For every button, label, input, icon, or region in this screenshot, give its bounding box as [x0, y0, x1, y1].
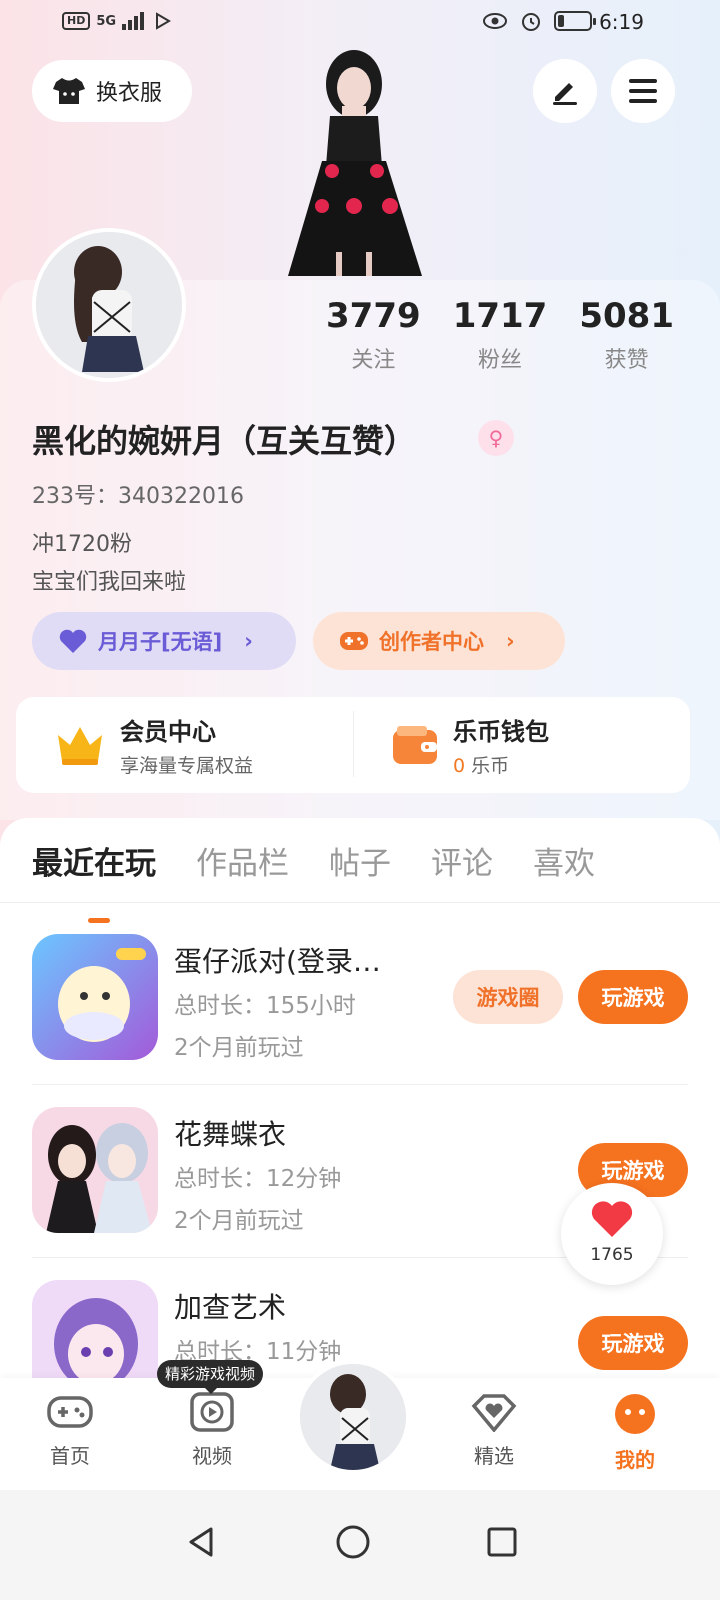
stat-likes-count: 5081 — [579, 296, 674, 336]
mood-status-pill[interactable]: 月月子[无语] › — [32, 612, 296, 670]
stat-followers-count: 1717 — [452, 296, 548, 336]
play-game-button[interactable]: 玩游戏 — [578, 970, 688, 1024]
wallet-entry[interactable]: 乐币钱包 0 乐币 — [353, 697, 690, 793]
crown-icon — [58, 727, 102, 765]
tab-divider — [0, 902, 720, 903]
stat-likes[interactable]: 5081 获赞 — [563, 296, 690, 374]
wallet-title: 乐币钱包 — [453, 718, 549, 746]
stat-following-count: 3779 — [326, 296, 421, 336]
gamepad-icon — [340, 632, 368, 650]
network-5g-indicator: 5G — [96, 13, 117, 29]
user-avatar[interactable] — [32, 228, 186, 382]
bio-line-2: 宝宝们我回来啦 — [32, 570, 187, 595]
status-time: 6:19 — [599, 10, 644, 34]
tab-likes[interactable]: 喜欢 — [533, 838, 595, 883]
nav-video[interactable]: 视频 — [162, 1392, 262, 1469]
play-game-button[interactable]: 玩游戏 — [578, 1316, 688, 1370]
tab-recently-played[interactable]: 最近在玩 — [32, 838, 156, 923]
profile-tabs: 最近在玩 作品栏 帖子 评论 喜欢 — [32, 838, 595, 923]
tab-posts[interactable]: 帖子 — [329, 838, 391, 883]
nav-home-label: 首页 — [50, 1444, 90, 1468]
member-center-title: 会员中心 — [120, 718, 216, 746]
female-icon: ♀ — [478, 420, 514, 456]
game-name: 花舞蝶衣 — [174, 1118, 287, 1151]
heart-box-icon — [471, 1394, 517, 1433]
username: 黑化的婉妍月（互关互赞） — [32, 422, 417, 460]
game-last-played: 2个月前玩过 — [174, 1035, 304, 1061]
pen-icon — [553, 83, 577, 105]
smiley-icon — [615, 1394, 655, 1434]
game-duration: 总时长：155小时 — [174, 993, 356, 1019]
game-duration: 总时长：12分钟 — [174, 1166, 342, 1192]
stat-followers[interactable]: 1717 粉丝 — [437, 296, 564, 374]
video-tooltip: 精彩游戏视频 — [157, 1360, 264, 1394]
game-last-played: 2个月前玩过 — [174, 1208, 304, 1234]
tab-works[interactable]: 作品栏 — [196, 838, 289, 883]
game-icon-flower-dance[interactable] — [32, 1107, 158, 1233]
game-circle-button[interactable]: 游戏圈 — [453, 970, 563, 1024]
creator-center-label: 创作者中心 — [379, 630, 484, 654]
nav-mine-label: 我的 — [615, 1448, 655, 1472]
stat-following-label: 关注 — [351, 348, 396, 373]
avatar-character-figure — [282, 46, 427, 281]
game-name: 蛋仔派对(登录… — [174, 945, 381, 978]
game-list-item[interactable]: 蛋仔派对(登录… 总时长：155小时 2个月前玩过 游戏圈 玩游戏 — [32, 934, 688, 1106]
wallet-amount: 0 — [453, 755, 466, 777]
video-play-icon — [190, 1392, 234, 1432]
user-id: 233号：340322016 — [32, 484, 244, 509]
wallet-balance: 0 乐币 — [453, 751, 549, 778]
menu-button[interactable] — [611, 59, 675, 123]
mood-status-label: 月月子[无语] — [98, 630, 223, 654]
stat-following[interactable]: 3779 关注 — [310, 296, 437, 374]
tshirt-icon — [53, 78, 85, 104]
status-bar: HD 5G 6:19 — [0, 0, 720, 48]
back-icon[interactable] — [172, 1512, 232, 1572]
bio-line-1: 冲1720粉 — [32, 532, 132, 557]
data-arrow-icon — [156, 12, 172, 30]
wallet-icon — [393, 726, 437, 764]
red-heart-icon — [591, 1201, 633, 1237]
heart-icon — [59, 629, 87, 653]
member-wallet-card: 会员中心 享海量专属权益 乐币钱包 0 乐币 — [16, 697, 690, 793]
chevron-right-icon: › — [244, 629, 253, 653]
wallet-unit: 乐币 — [471, 755, 510, 777]
stat-followers-label: 粉丝 — [478, 348, 523, 373]
member-center-subtitle: 享海量专属权益 — [120, 755, 254, 777]
list-divider — [32, 1084, 688, 1085]
like-count: 1765 — [590, 1245, 634, 1265]
nav-featured[interactable]: 精选 — [444, 1392, 544, 1469]
signal-icon — [122, 12, 145, 30]
edit-profile-button[interactable] — [533, 59, 597, 123]
hd-indicator: HD — [62, 12, 91, 30]
member-center-entry[interactable]: 会员中心 享海量专属权益 — [16, 697, 353, 793]
tab-comments[interactable]: 评论 — [431, 838, 493, 883]
game-name: 加查艺术 — [174, 1291, 287, 1324]
alarm-icon — [522, 13, 540, 31]
battery-icon — [554, 11, 596, 31]
nav-video-label: 视频 — [192, 1444, 232, 1468]
game-icon-eggy-party[interactable] — [32, 934, 158, 1060]
profile-stats: 3779 关注 1717 粉丝 5081 获赞 — [310, 296, 690, 374]
system-navigation-bar — [0, 1490, 720, 1600]
floating-like-button[interactable]: 1765 — [561, 1183, 663, 1285]
center-avatar-button[interactable] — [296, 1360, 410, 1474]
home-icon[interactable] — [323, 1512, 383, 1572]
chevron-right-icon: › — [506, 629, 515, 653]
creator-center-pill[interactable]: 创作者中心 › — [313, 612, 565, 670]
nav-home[interactable]: 首页 — [20, 1392, 120, 1469]
nav-featured-label: 精选 — [474, 1444, 514, 1468]
eye-icon — [483, 13, 507, 29]
hamburger-icon — [629, 79, 657, 103]
nav-mine[interactable]: 我的 — [585, 1392, 685, 1473]
stat-likes-label: 获赞 — [604, 348, 649, 373]
recents-icon[interactable] — [472, 1512, 532, 1572]
change-outfit-button[interactable]: 换衣服 — [32, 60, 192, 122]
gamepad-icon — [47, 1396, 93, 1428]
change-outfit-label: 换衣服 — [96, 81, 163, 106]
